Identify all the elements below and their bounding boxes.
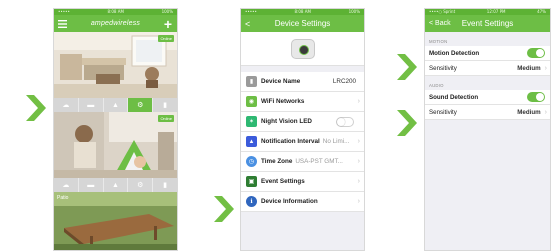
camera-toolbar: ☁ ▬ ▲ ⚙ ▮ xyxy=(54,178,177,192)
chevron-right-icon: › xyxy=(544,108,547,116)
globe-icon: ◷ xyxy=(246,156,257,167)
motion-sensitivity-row[interactable]: Sensitivity Medium › xyxy=(425,61,550,76)
device-name-value: LRC200 xyxy=(332,78,356,85)
motion-detection-toggle[interactable] xyxy=(527,48,545,58)
phone-event-settings: ••••○ Sprint 12:07 PM 47% < Back Event S… xyxy=(424,8,551,251)
bell-icon: ▲ xyxy=(246,136,257,147)
chevron-right-icon: › xyxy=(357,198,360,205)
chevron-right-icon: › xyxy=(357,138,360,145)
notification-interval-value: No Limi... xyxy=(322,138,350,145)
wifi-networks-row[interactable]: ◉ WiFi Networks › xyxy=(241,92,364,112)
back-button[interactable]: < Back xyxy=(429,15,451,32)
wifi-icon: ◉ xyxy=(246,96,257,107)
chevron-right-icon: › xyxy=(357,98,360,105)
pointer-arrow-motion-detection xyxy=(397,54,417,80)
sound-sensitivity-row[interactable]: Sensitivity Medium › xyxy=(425,105,550,120)
row-label: Motion Detection xyxy=(429,49,480,57)
pointer-arrow-camera-settings xyxy=(26,95,46,121)
gear-icon[interactable]: ⚙ xyxy=(128,98,154,112)
device-banner xyxy=(241,32,364,66)
image-icon[interactable]: ▲ xyxy=(104,98,129,112)
camera-feed-living-room[interactable]: Online xyxy=(54,32,177,98)
event-settings-row[interactable]: ▣ Event Settings › xyxy=(241,172,364,192)
sound-sensitivity-value: Medium xyxy=(517,108,541,116)
night-vision-icon: ✶ xyxy=(246,116,257,127)
phone-camera-list: ••••• 8:08 AM 100% ampedwireless + Onlin… xyxy=(53,8,178,251)
sound-detection-row: Sound Detection xyxy=(425,90,550,105)
motion-sensitivity-value: Medium xyxy=(517,64,541,72)
back-button[interactable]: < xyxy=(245,15,250,32)
pointer-arrow-sound-detection xyxy=(397,110,417,136)
row-label: Event Settings xyxy=(261,178,305,185)
page-title: Device Settings xyxy=(274,19,331,28)
plus-icon[interactable]: + xyxy=(164,15,172,32)
notification-interval-row[interactable]: ▲ Notification Interval No Limi... › xyxy=(241,132,364,152)
chevron-right-icon: › xyxy=(544,64,547,72)
row-label: Night Vision LED xyxy=(261,118,312,125)
status-badge: Online xyxy=(158,35,174,42)
event-settings-header: < Back Event Settings xyxy=(425,15,550,32)
event-icon: ▣ xyxy=(246,176,257,187)
motion-detection-row: Motion Detection xyxy=(425,46,550,61)
row-label: Time Zone xyxy=(261,158,293,165)
info-icon: ℹ xyxy=(246,196,257,207)
device-information-row[interactable]: ℹ Device Information › xyxy=(241,192,364,212)
night-vision-row: ✶ Night Vision LED xyxy=(241,112,364,132)
page-title: Event Settings xyxy=(461,19,514,28)
audio-section-header: AUDIO xyxy=(429,83,444,88)
video-icon[interactable]: ▬ xyxy=(79,178,104,192)
camera-toolbar: ☁ ▬ ▲ ⚙ ▮ xyxy=(54,98,177,112)
sound-detection-toggle[interactable] xyxy=(527,92,545,102)
row-label: Device Information xyxy=(261,198,318,205)
device-name-row[interactable]: ▮ Device Name LRC200 xyxy=(241,72,364,92)
camera-feed-patio[interactable]: Patio xyxy=(54,192,177,250)
row-label: Sensitivity xyxy=(429,108,457,116)
menu-icon[interactable] xyxy=(58,15,67,32)
motion-section-header: MOTION xyxy=(429,39,448,44)
app-header: ampedwireless + xyxy=(54,15,177,32)
brand-logo: ampedwireless xyxy=(90,20,141,27)
status-badge: Online xyxy=(158,115,174,122)
pointer-arrow-event-settings xyxy=(214,196,234,222)
chevron-right-icon: › xyxy=(357,178,360,185)
cloud-icon[interactable]: ☁ xyxy=(54,178,79,192)
image-icon[interactable]: ▲ xyxy=(104,178,129,192)
trash-icon[interactable]: ▮ xyxy=(153,178,177,192)
time-zone-row[interactable]: ◷ Time Zone USA-PST GMT... › xyxy=(241,152,364,172)
cloud-icon[interactable]: ☁ xyxy=(54,98,79,112)
patio-image xyxy=(54,192,177,250)
row-label: Device Name xyxy=(261,78,301,85)
camera-name-label: Patio xyxy=(57,195,69,201)
chevron-right-icon: › xyxy=(357,158,360,165)
settings-header: < Device Settings xyxy=(241,15,364,32)
phone-icon: ▮ xyxy=(246,76,257,87)
row-label: Notification Interval xyxy=(261,138,320,145)
gear-icon[interactable]: ⚙ xyxy=(128,178,154,192)
row-label: WiFi Networks xyxy=(261,98,305,105)
camera-device-icon xyxy=(290,38,315,59)
video-icon[interactable]: ▬ xyxy=(79,98,104,112)
trash-icon[interactable]: ▮ xyxy=(153,98,177,112)
row-label: Sound Detection xyxy=(429,93,479,101)
phone-device-settings: ••••• 8:08 AM 100% < Device Settings ▮ D… xyxy=(240,8,365,251)
row-label: Sensitivity xyxy=(429,64,457,72)
time-zone-value: USA-PST GMT... xyxy=(295,158,343,165)
night-vision-toggle[interactable] xyxy=(336,116,354,127)
camera-feed-nursery[interactable]: Online xyxy=(54,112,177,178)
